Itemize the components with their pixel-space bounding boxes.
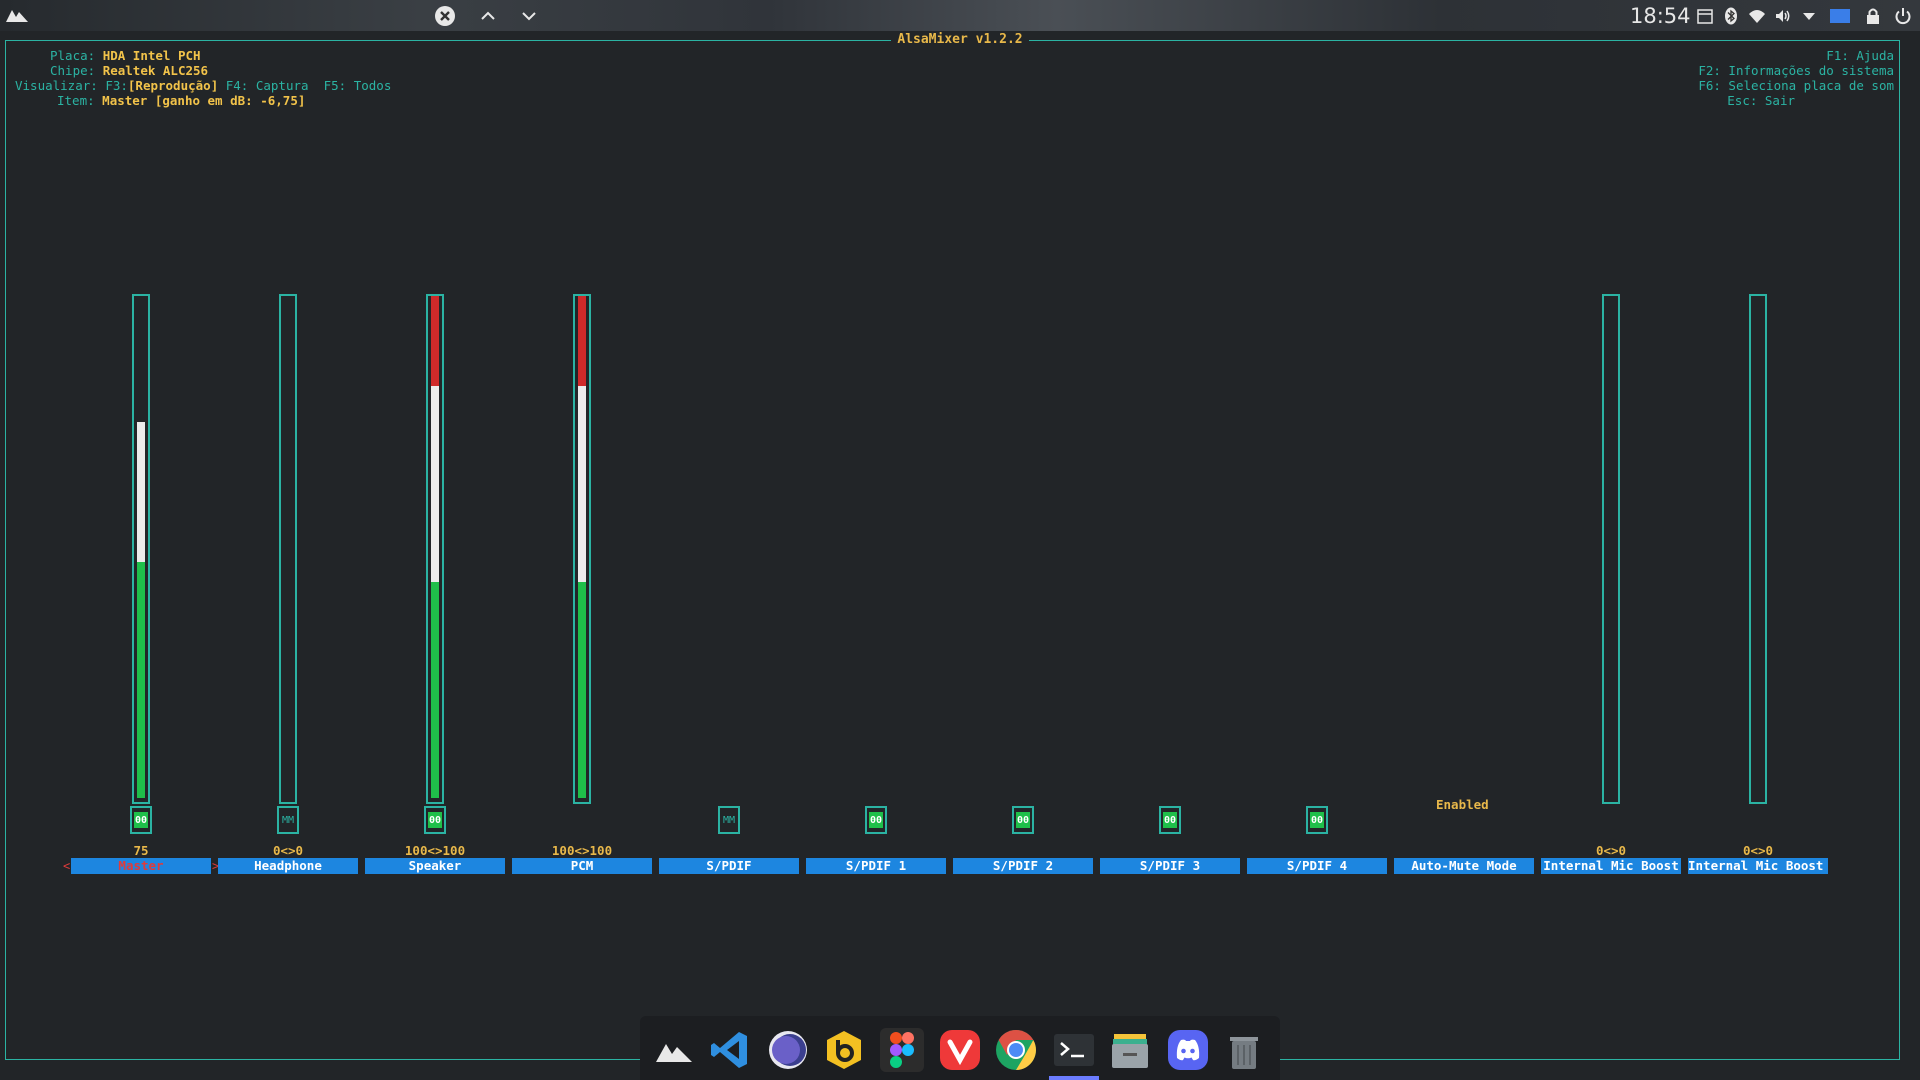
trash-icon[interactable] <box>1222 1028 1266 1072</box>
screen-icon[interactable] <box>1829 7 1851 25</box>
volume-segment-green <box>137 562 145 798</box>
mute-toggle-0[interactable]: 00 <box>130 806 152 834</box>
mute-toggle-4[interactable]: MM <box>718 806 740 834</box>
terminal-icon[interactable] <box>1052 1028 1096 1072</box>
help-f2: F2: Informações do sistema <box>1698 63 1894 78</box>
mute-state: 00 <box>1163 812 1177 828</box>
volume-segment-red <box>578 296 586 387</box>
volume-segment-red <box>431 296 439 387</box>
channel-name[interactable]: Headphone <box>218 858 358 874</box>
discord-icon[interactable] <box>1166 1028 1210 1072</box>
mute-toggle-6[interactable]: 00 <box>1012 806 1034 834</box>
item-info: Item: Master [ganho em dB: -6,75] <box>57 93 306 108</box>
volume-segment-green <box>578 582 586 798</box>
app-menu-icon[interactable] <box>6 8 28 22</box>
channel-name[interactable]: S/PDIF 2 <box>953 858 1093 874</box>
view-info: Visualizar: F3:[Reprodução] F4: Captura … <box>15 78 392 93</box>
mute-toggle-8[interactable]: 00 <box>1306 806 1328 834</box>
bitwarden-icon[interactable] <box>822 1028 866 1072</box>
mute-state: 00 <box>869 812 883 828</box>
volume-bar-10[interactable] <box>1602 294 1620 804</box>
mute-state: MM <box>722 814 736 826</box>
channel-name[interactable]: Internal Mic Boost 1 <box>1688 858 1828 874</box>
window-title: AlsaMixer v1.2.2 <box>0 32 1920 47</box>
channel-level: 0<>0 <box>1742 843 1774 858</box>
channel-level: 0<>0 <box>1595 843 1627 858</box>
lock-icon[interactable] <box>1864 7 1882 25</box>
mute-state: 00 <box>428 812 442 828</box>
volume-bar-2[interactable] <box>426 294 444 804</box>
volume-bar-11[interactable] <box>1749 294 1767 804</box>
card-info: Placa: HDA Intel PCH <box>50 48 201 63</box>
dock-active-indicator <box>1049 1076 1099 1080</box>
channel-name[interactable]: S/PDIF 4 <box>1247 858 1387 874</box>
help-f6: F6: Seleciona placa de som <box>1698 78 1894 93</box>
channel-level: 100<>100 <box>551 843 613 858</box>
wifi-icon[interactable] <box>1748 7 1766 25</box>
volume-icon[interactable] <box>1774 7 1792 25</box>
clock[interactable]: 18:54 <box>1630 4 1691 28</box>
channel-name[interactable]: Master <box>71 858 211 874</box>
calendar-icon[interactable] <box>1696 7 1714 25</box>
figma-icon[interactable] <box>880 1028 924 1072</box>
volume-bar-1[interactable] <box>279 294 297 804</box>
manjaro-icon[interactable] <box>652 1028 696 1072</box>
top-panel: 18:54 <box>0 0 1920 31</box>
mute-toggle-2[interactable]: 00 <box>424 806 446 834</box>
channel-name[interactable]: S/PDIF 1 <box>806 858 946 874</box>
channel-level: 0<>0 <box>272 843 304 858</box>
mute-toggle-1[interactable]: MM <box>277 806 299 834</box>
dropdown-icon[interactable] <box>1800 7 1818 25</box>
channel-name[interactable]: Internal Mic Boost <box>1541 858 1681 874</box>
bluetooth-icon[interactable] <box>1722 7 1740 25</box>
volume-segment-white <box>431 386 439 583</box>
mute-state: 00 <box>1016 812 1030 828</box>
volume-segment-white <box>578 386 586 583</box>
auto-mute-value[interactable]: Enabled <box>1436 797 1489 812</box>
help-esc: Esc: Sair <box>1727 93 1795 108</box>
mute-state: MM <box>281 814 295 826</box>
vivaldi-icon[interactable] <box>938 1028 982 1072</box>
mute-state: 00 <box>1310 812 1324 828</box>
power-icon[interactable] <box>1894 7 1912 25</box>
mute-toggle-7[interactable]: 00 <box>1159 806 1181 834</box>
volume-segment-green <box>431 582 439 798</box>
chevron-up-icon[interactable] <box>480 8 496 24</box>
chevron-down-icon[interactable] <box>521 8 537 24</box>
channel-level: 100<>100 <box>404 843 466 858</box>
help-f1: F1: Ajuda <box>1826 48 1894 63</box>
channel-name[interactable]: Speaker <box>365 858 505 874</box>
eclipse-icon[interactable] <box>766 1028 810 1072</box>
chrome-icon[interactable] <box>994 1028 1038 1072</box>
channel-name[interactable]: Auto-Mute Mode <box>1394 858 1534 874</box>
channel-level: 75 <box>133 843 149 858</box>
volume-bar-3[interactable] <box>573 294 591 804</box>
close-icon[interactable] <box>434 5 456 27</box>
channel-name[interactable]: S/PDIF 3 <box>1100 858 1240 874</box>
selection-marker-left: < <box>63 859 71 873</box>
chip-info: Chipe: Realtek ALC256 <box>50 63 209 78</box>
volume-segment-white <box>137 421 145 563</box>
mute-toggle-5[interactable]: 00 <box>865 806 887 834</box>
volume-bar-0[interactable] <box>132 294 150 804</box>
channel-name[interactable]: S/PDIF <box>659 858 799 874</box>
channel-name[interactable]: PCM <box>512 858 652 874</box>
vscode-icon[interactable] <box>708 1028 752 1072</box>
files-icon[interactable] <box>1108 1028 1152 1072</box>
mute-state: 00 <box>134 812 148 828</box>
